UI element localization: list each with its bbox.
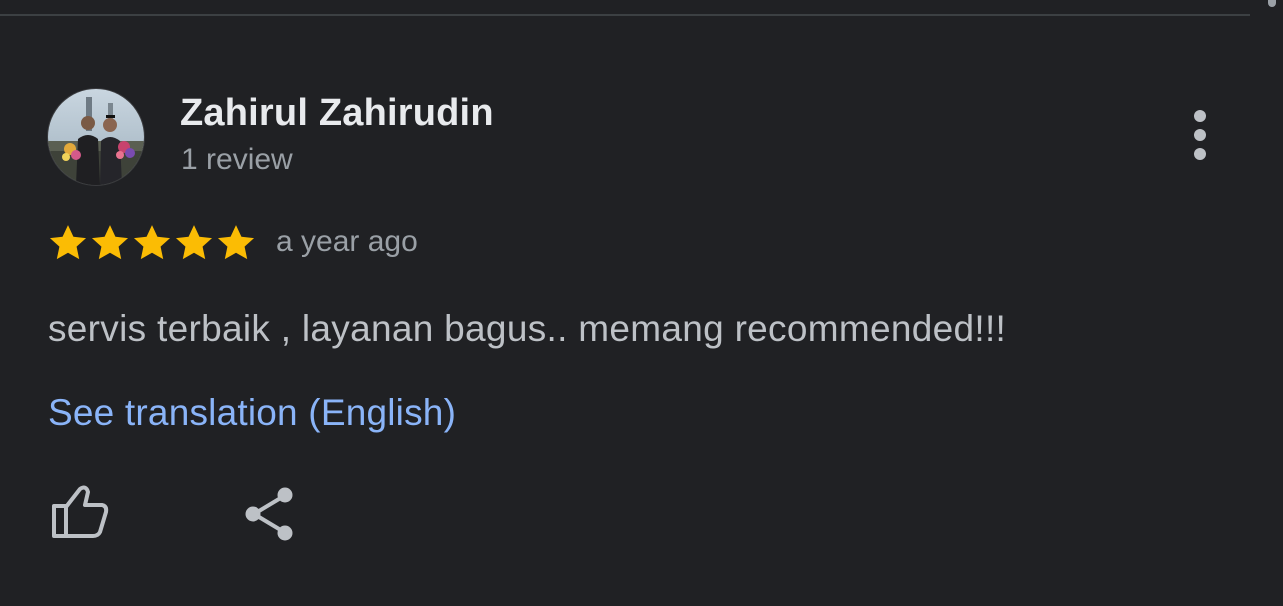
reviewer-review-count: 1 review bbox=[181, 143, 293, 176]
share-button[interactable] bbox=[238, 482, 302, 546]
scrollbar-indicator bbox=[1268, 0, 1276, 7]
star-icon bbox=[175, 225, 213, 260]
more-vert-icon bbox=[1194, 110, 1206, 160]
star-icon bbox=[133, 225, 171, 260]
more-options-button[interactable] bbox=[1176, 104, 1224, 168]
top-divider bbox=[0, 14, 1250, 16]
star-icon bbox=[49, 225, 87, 260]
review-card: Zahirul Zahirudin 1 review a year ago se… bbox=[0, 0, 1283, 606]
avatar[interactable] bbox=[48, 89, 144, 185]
thumb-up-icon bbox=[52, 485, 109, 538]
like-button[interactable] bbox=[44, 480, 116, 544]
star-icon bbox=[91, 225, 129, 260]
reviewer-name[interactable]: Zahirul Zahirudin bbox=[180, 92, 494, 135]
see-translation-link[interactable]: See translation (English) bbox=[48, 392, 456, 434]
review-timestamp: a year ago bbox=[276, 225, 418, 258]
star-icon bbox=[217, 225, 255, 260]
star-rating bbox=[47, 222, 257, 264]
review-text: servis terbaik , layanan bagus.. memang … bbox=[48, 308, 1007, 349]
share-icon bbox=[245, 487, 293, 541]
